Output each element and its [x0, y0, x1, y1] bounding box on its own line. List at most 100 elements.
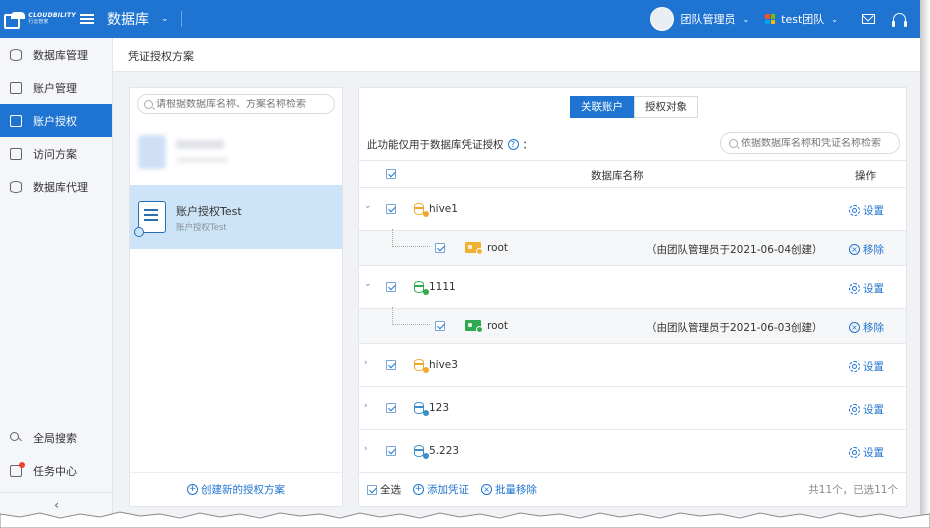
database-icon	[414, 359, 429, 373]
create-plan-button[interactable]: + 创建新的授权方案	[130, 472, 342, 506]
database-name: 5.223	[429, 445, 460, 457]
support-headset-icon[interactable]	[892, 13, 907, 27]
table-header: 数据库名称 操作	[359, 160, 906, 188]
task-icon	[10, 461, 25, 477]
gear-icon	[849, 283, 860, 294]
settings-button[interactable]: 设置	[849, 402, 884, 417]
tab-linked-accounts[interactable]: 关联账户	[570, 96, 634, 118]
expand-chevron-icon[interactable]: ⌄	[364, 279, 372, 289]
plan-document-icon	[134, 201, 166, 237]
batch-remove-button[interactable]: × 批量移除	[481, 482, 537, 497]
gear-icon	[849, 361, 860, 372]
table-row-credential[interactable]: root （由团队管理员于2021-06-03创建） × 移除	[359, 307, 906, 344]
table-row[interactable]: › 5.223 设置	[359, 430, 906, 473]
linked-accounts-panel: 关联账户 授权对象 此功能仅用于数据库凭证授权 ? ： 数据库名称 操作 ⌄ h…	[358, 87, 907, 507]
gear-icon	[849, 404, 860, 415]
tree-connector	[392, 307, 430, 325]
cloudbility-logo[interactable]: CLOUDBILITY 行云管家	[4, 12, 76, 29]
add-credential-button[interactable]: + 添加凭证	[413, 482, 469, 497]
database-icon	[414, 402, 429, 416]
database-name: 1111	[429, 281, 456, 293]
column-header-name: 数据库名称	[591, 170, 644, 182]
breadcrumb-bar: 凭证授权方案	[113, 38, 920, 72]
select-all-checkbox[interactable]: 全选	[367, 482, 401, 497]
sidebar: 数据库管理 账户管理 账户授权 访问方案 数据库代理 全局搜索 任务中心 ‹	[0, 38, 113, 516]
credential-search-input[interactable]	[741, 137, 899, 149]
selection-count: 共11个，已选11个	[808, 484, 898, 496]
plan-search-input[interactable]	[156, 98, 334, 110]
database-name: hive3	[429, 359, 458, 371]
page-title: 凭证授权方案	[128, 50, 194, 63]
table-row[interactable]: ⌄ hive1 设置	[359, 188, 906, 231]
sidebar-item-global-search[interactable]: 全局搜索	[0, 421, 113, 454]
tab-authorized-objects[interactable]: 授权对象	[634, 96, 698, 118]
account-icon	[465, 320, 483, 333]
plan-item-selected[interactable]: 账户授权Test 账户授权Test	[130, 185, 342, 249]
search-icon	[729, 138, 738, 148]
database-icon	[10, 48, 22, 61]
mail-icon[interactable]	[862, 14, 875, 24]
row-checkbox[interactable]	[386, 403, 396, 413]
row-checkbox[interactable]	[386, 204, 396, 214]
table-row[interactable]: › hive3 设置	[359, 344, 906, 387]
row-checkbox[interactable]	[435, 321, 445, 331]
team-name: test团队	[781, 13, 825, 26]
expand-chevron-icon[interactable]: ›	[364, 401, 368, 411]
settings-button[interactable]: 设置	[849, 445, 884, 460]
remove-button[interactable]: × 移除	[849, 320, 884, 335]
sidebar-item-task-center[interactable]: 任务中心	[0, 454, 113, 487]
close-circle-icon: ×	[481, 484, 492, 495]
header-select-all-checkbox[interactable]	[386, 169, 396, 179]
gear-icon	[849, 447, 860, 458]
gear-icon	[849, 205, 860, 216]
sidebar-item-account-authorization[interactable]: 账户授权	[0, 104, 112, 137]
user-name[interactable]: 团队管理员	[680, 11, 735, 27]
account-icon	[465, 242, 483, 255]
column-header-op: 操作	[855, 170, 876, 182]
expand-chevron-icon[interactable]: ›	[364, 358, 368, 368]
row-checkbox[interactable]	[386, 282, 396, 292]
user-menu-chevron-icon[interactable]: ⌄	[742, 15, 749, 24]
settings-button[interactable]: 设置	[849, 359, 884, 374]
logo-subtext: 行云管家	[28, 19, 49, 25]
feature-hint: 此功能仅用于数据库凭证授权 ? ：	[367, 139, 533, 151]
menu-icon[interactable]	[80, 14, 94, 24]
row-checkbox[interactable]	[386, 446, 396, 456]
remove-button[interactable]: × 移除	[849, 242, 884, 257]
app-switch-chevron-icon[interactable]: ⌄	[161, 11, 182, 27]
table-footer: 全选 + 添加凭证 × 批量移除 共11个，已选11个	[359, 472, 906, 506]
plan-item-redacted[interactable]	[130, 121, 342, 185]
team-chevron-icon: ⌄	[831, 14, 838, 24]
authorize-icon	[10, 114, 22, 127]
table-row[interactable]: › 123 设置	[359, 387, 906, 430]
account-name: root	[487, 242, 509, 254]
sidebar-item-database-management[interactable]: 数据库管理	[0, 38, 112, 71]
database-icon	[414, 445, 429, 459]
sidebar-item-account-management[interactable]: 账户管理	[0, 71, 112, 104]
expand-chevron-icon[interactable]: ⌄	[364, 201, 372, 211]
table-row[interactable]: ⌄ 1111 设置	[359, 266, 906, 309]
help-icon[interactable]: ?	[507, 139, 519, 150]
top-bar: CLOUDBILITY 行云管家 数据库 ⌄ 团队管理员 ⌄ test团队 ⌄	[0, 0, 920, 38]
settings-button[interactable]: 设置	[849, 203, 884, 218]
plan-search-box[interactable]	[137, 94, 335, 114]
expand-chevron-icon[interactable]: ›	[364, 444, 368, 454]
tree-connector	[392, 229, 430, 247]
plus-circle-icon: +	[187, 484, 198, 495]
table-row-credential[interactable]: root （由团队管理员于2021-06-04创建） × 移除	[359, 229, 906, 266]
tab-bar: 关联账户 授权对象	[570, 96, 698, 118]
row-checkbox[interactable]	[386, 360, 396, 370]
clipboard-icon	[10, 147, 22, 160]
user-avatar[interactable]	[650, 7, 675, 31]
close-circle-icon: ×	[849, 244, 860, 255]
row-checkbox[interactable]	[435, 243, 445, 253]
settings-button[interactable]: 设置	[849, 281, 884, 296]
credential-search-box[interactable]	[720, 132, 900, 154]
created-info: （由团队管理员于2021-06-04创建）	[646, 244, 823, 256]
torn-edge	[0, 511, 930, 528]
close-circle-icon: ×	[849, 322, 860, 333]
sidebar-item-access-plan[interactable]: 访问方案	[0, 137, 112, 170]
sidebar-item-database-proxy[interactable]: 数据库代理	[0, 170, 112, 203]
team-switcher[interactable]: test团队 ⌄	[765, 11, 838, 27]
account-card-icon	[10, 81, 22, 94]
